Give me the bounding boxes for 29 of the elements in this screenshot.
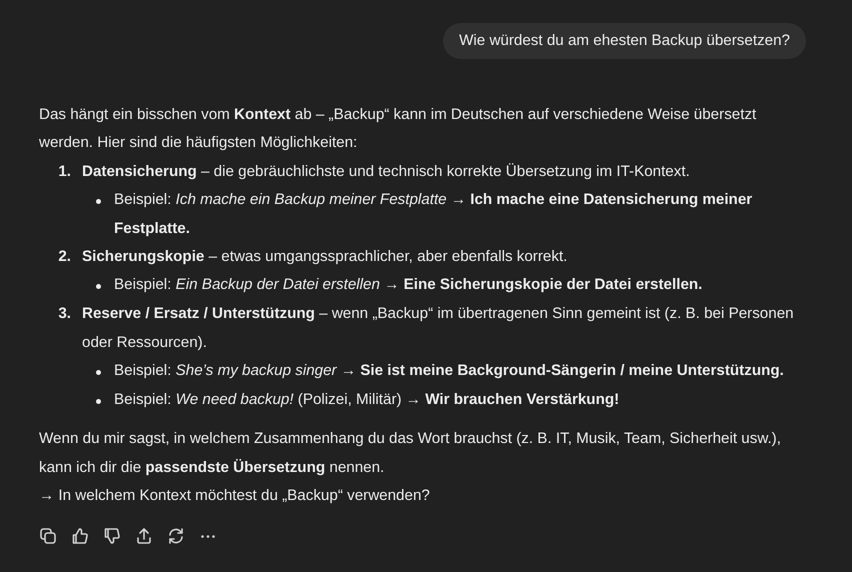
example-text: Beispiel: Ein Backup der Datei erstellen → Eine Sicherungskopie der Datei erstellen. [114,275,702,296]
thumbs-down-button[interactable] [102,526,122,546]
bullet-icon [96,370,100,376]
refresh-icon [166,526,186,546]
thumbs-up-button[interactable] [70,526,90,546]
thumbs-down-icon [102,526,122,546]
bullet-icon [96,284,100,290]
refresh-button[interactable] [166,526,186,546]
list-item-text: Datensicherung – die gebräuchlichste und technisch korrekte Übersetzung im IT-Kontext. [82,162,691,182]
thumbs-up-icon [70,526,90,546]
more-icon [201,534,215,538]
list-item-text: Reserve / Ersatz / Unterstützung – wenn „Backup“ im übertragenen Sinn gemeint ist (z. B. bei Personen oder Ressourcen). [82,304,795,353]
share-icon [134,526,154,546]
list-item-text: Sicherungskopie – etwas umgangssprachlicher, aber ebenfalls korrekt. [82,247,568,268]
share-button[interactable] [134,526,154,546]
bullet-icon [96,399,100,404]
follow-up-question: → In welchem Kontext möchtest du „Backup“ verwenden? [39,486,431,506]
list-number: 3. [57,304,71,324]
user-message: Wie würdest du am ehesten Backup übersetzen? [443,23,806,59]
answer-paragraph: Das hängt ein bisschen vom Kontext ab – „Backup“ kann im Deutschen auf verschiedene Weise übersetzt werden. Hier sind die häufigsten Möglichkeiten: [39,105,758,154]
answer-paragraph: Wenn du mir sagst, in welchem Zusammenhang du das Wort brauchst (z. B. IT, Musik, Team, Sicherheit usw.), kann ich dir die passendste Übersetzung nennen. [39,429,782,478]
copy-icon [38,526,58,546]
list-number: 1. [57,162,71,182]
example-text: Beispiel: Ich mache ein Backup meiner Festplatte → Ich mache eine Datensicherung meiner Festplatte. [114,190,754,239]
bullet-icon [96,199,100,204]
example-text: Beispiel: She’s my backup singer → Sie ist meine Background-Sängerin / meine Unterstützung. [114,361,784,382]
example-text: Beispiel: We need backup! (Polizei, Militär) → Wir brauchen Verstärkung! [114,390,620,410]
copy-button[interactable] [38,526,58,546]
list-number: 2. [57,247,71,268]
